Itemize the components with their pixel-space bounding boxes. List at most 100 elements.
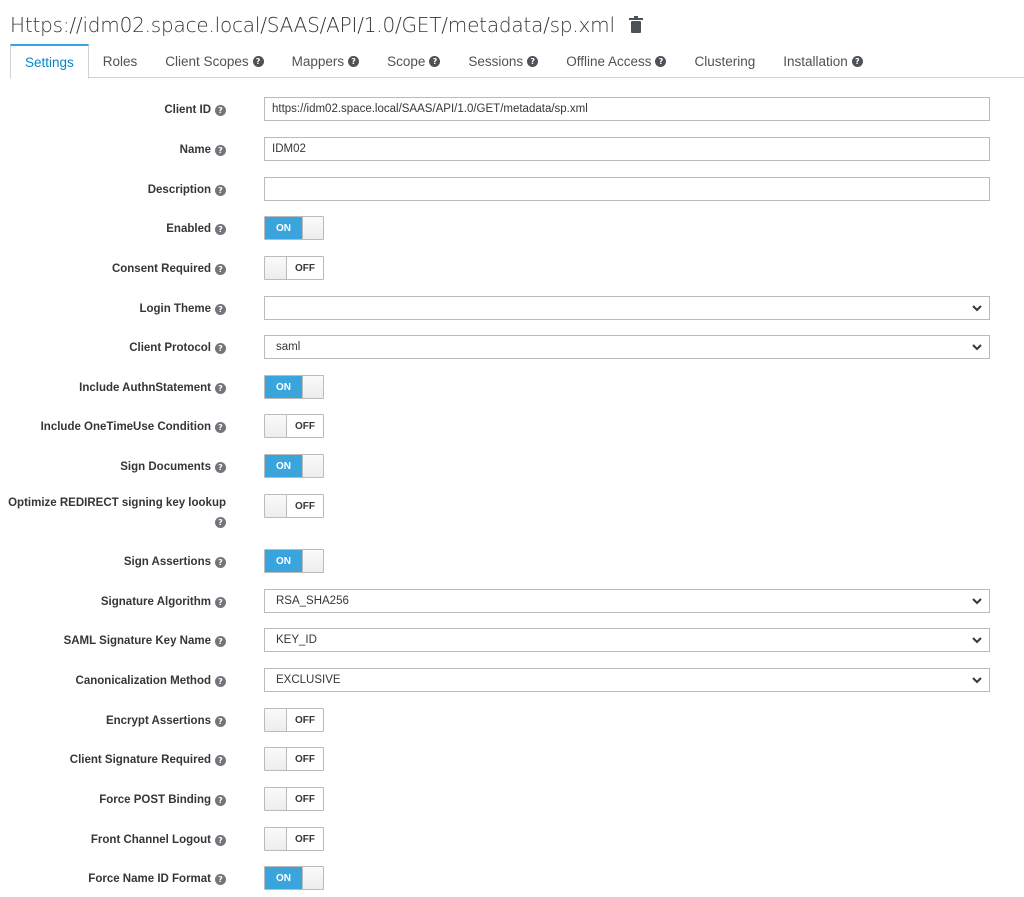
consent-required-toggle[interactable]: OFF: [264, 256, 324, 280]
label-text: Enabled: [166, 223, 211, 235]
help-icon[interactable]: ?: [215, 421, 226, 433]
include-authn-statement-toggle[interactable]: ON: [264, 375, 324, 399]
help-icon[interactable]: ?: [348, 55, 360, 67]
help-icon[interactable]: ?: [215, 104, 226, 116]
tab-label: Scope: [387, 53, 426, 69]
label-text: Client Signature Required: [69, 754, 211, 766]
help-icon[interactable]: ?: [655, 55, 667, 67]
chevron-down-icon: [972, 305, 982, 312]
name-input[interactable]: [264, 137, 990, 161]
saml-signature-key-name-select[interactable]: KEY_ID: [264, 628, 990, 652]
help-icon[interactable]: ?: [215, 794, 226, 806]
sign-documents-toggle[interactable]: ON: [264, 454, 324, 478]
label-text: Force POST Binding: [99, 794, 211, 806]
include-onetimeuse-row: Include OneTimeUse Condition? OFF: [0, 414, 1024, 440]
client-id-input[interactable]: [264, 97, 990, 121]
help-icon[interactable]: ?: [215, 223, 226, 235]
tab-clustering[interactable]: Clustering: [680, 44, 769, 78]
force-name-id-format-toggle[interactable]: ON: [264, 866, 324, 890]
tab-label: Offline Access: [566, 53, 652, 69]
label-text: Optimize REDIRECT signing key lookup: [8, 497, 226, 509]
chevron-down-icon: [972, 677, 982, 684]
page-header: Https://idm02.space.local/SAAS/API/1.0/G…: [10, 8, 643, 42]
sign-documents-row: Sign Documents? ON: [0, 454, 1024, 480]
saml-signature-key-name-row: SAML Signature Key Name? KEY_ID: [0, 628, 1024, 654]
toggle-state: ON: [265, 217, 302, 239]
help-icon[interactable]: ?: [215, 715, 226, 727]
help-icon[interactable]: ?: [215, 754, 226, 766]
tab-settings[interactable]: Settings: [10, 44, 89, 79]
label-text: Include AuthnStatement: [79, 382, 211, 394]
description-label: Description?: [148, 177, 226, 203]
tab-offline-access[interactable]: Offline Access?: [552, 44, 680, 78]
front-channel-logout-row: Front Channel Logout? OFF: [0, 827, 1024, 853]
client-protocol-select[interactable]: saml: [264, 335, 990, 359]
help-icon[interactable]: ?: [527, 55, 539, 67]
toggle-state: OFF: [295, 793, 315, 805]
help-icon[interactable]: ?: [215, 263, 226, 275]
label-text: Encrypt Assertions: [105, 715, 211, 727]
help-icon[interactable]: ?: [215, 461, 226, 473]
optimize-redirect-label: Optimize REDIRECT signing key lookup?: [0, 493, 226, 533]
optimize-redirect-toggle[interactable]: OFF: [264, 494, 324, 518]
client-protocol-label: Client Protocol?: [129, 335, 226, 361]
tab-installation[interactable]: Installation?: [769, 44, 877, 78]
help-icon[interactable]: ?: [215, 873, 226, 885]
tab-scope[interactable]: Scope?: [373, 44, 454, 78]
help-icon[interactable]: ?: [429, 55, 441, 67]
label-text: Client Protocol: [129, 342, 211, 354]
optimize-redirect-row: Optimize REDIRECT signing key lookup? OF…: [0, 494, 1024, 538]
help-icon[interactable]: ?: [215, 517, 226, 529]
help-icon[interactable]: ?: [215, 556, 226, 568]
help-icon[interactable]: ?: [252, 55, 264, 67]
toggle-knob: [265, 709, 287, 731]
name-label: Name?: [180, 137, 226, 163]
tab-label: Client Scopes: [165, 53, 249, 69]
label-text: Signature Algorithm: [100, 596, 211, 608]
label-text: Login Theme: [139, 303, 211, 315]
include-onetimeuse-toggle[interactable]: OFF: [264, 414, 324, 438]
tab-mappers[interactable]: Mappers?: [278, 44, 374, 78]
client-signature-required-toggle[interactable]: OFF: [264, 747, 324, 771]
sign-assertions-row: Sign Assertions? ON: [0, 549, 1024, 575]
canonicalization-method-select[interactable]: EXCLUSIVE: [264, 668, 990, 692]
tab-sessions[interactable]: Sessions?: [454, 44, 552, 78]
label-text: Canonicalization Method: [75, 675, 211, 687]
consent-required-row: Consent Required? OFF: [0, 256, 1024, 282]
toggle-state: OFF: [295, 262, 315, 274]
signature-algorithm-select[interactable]: RSA_SHA256: [264, 589, 990, 613]
help-icon[interactable]: ?: [215, 342, 226, 354]
login-theme-select[interactable]: [264, 296, 990, 320]
tab-client-scopes[interactable]: Client Scopes?: [151, 44, 277, 78]
help-icon[interactable]: ?: [215, 635, 226, 647]
toggle-knob: [302, 376, 323, 398]
toggle-state: ON: [265, 455, 302, 477]
enabled-toggle[interactable]: ON: [264, 216, 324, 240]
sign-assertions-toggle[interactable]: ON: [264, 549, 324, 573]
description-input[interactable]: [264, 177, 990, 201]
help-icon[interactable]: ?: [215, 596, 226, 608]
label-text: Force Name ID Format: [88, 873, 211, 885]
help-icon[interactable]: ?: [851, 55, 863, 67]
force-post-binding-toggle[interactable]: OFF: [264, 787, 324, 811]
help-icon[interactable]: ?: [215, 144, 226, 156]
client-signature-required-row: Client Signature Required? OFF: [0, 747, 1024, 773]
toggle-knob: [302, 217, 323, 239]
help-icon[interactable]: ?: [215, 834, 226, 846]
label-text: Include OneTimeUse Condition: [40, 421, 211, 433]
help-icon[interactable]: ?: [215, 303, 226, 315]
tab-label: Mappers: [291, 53, 345, 69]
label-text: SAML Signature Key Name: [63, 635, 211, 647]
toggle-state: OFF: [295, 714, 315, 726]
help-icon[interactable]: ?: [215, 382, 226, 394]
tab-label: Settings: [25, 54, 74, 70]
front-channel-logout-toggle[interactable]: OFF: [264, 827, 324, 851]
trash-icon[interactable]: [628, 16, 643, 34]
tab-roles[interactable]: Roles: [89, 44, 152, 78]
client-signature-required-label: Client Signature Required?: [70, 747, 226, 773]
help-icon[interactable]: ?: [215, 184, 226, 196]
encrypt-assertions-toggle[interactable]: OFF: [264, 708, 324, 732]
toggle-state: OFF: [295, 833, 315, 845]
label-text: Description: [147, 184, 211, 196]
help-icon[interactable]: ?: [215, 675, 226, 687]
